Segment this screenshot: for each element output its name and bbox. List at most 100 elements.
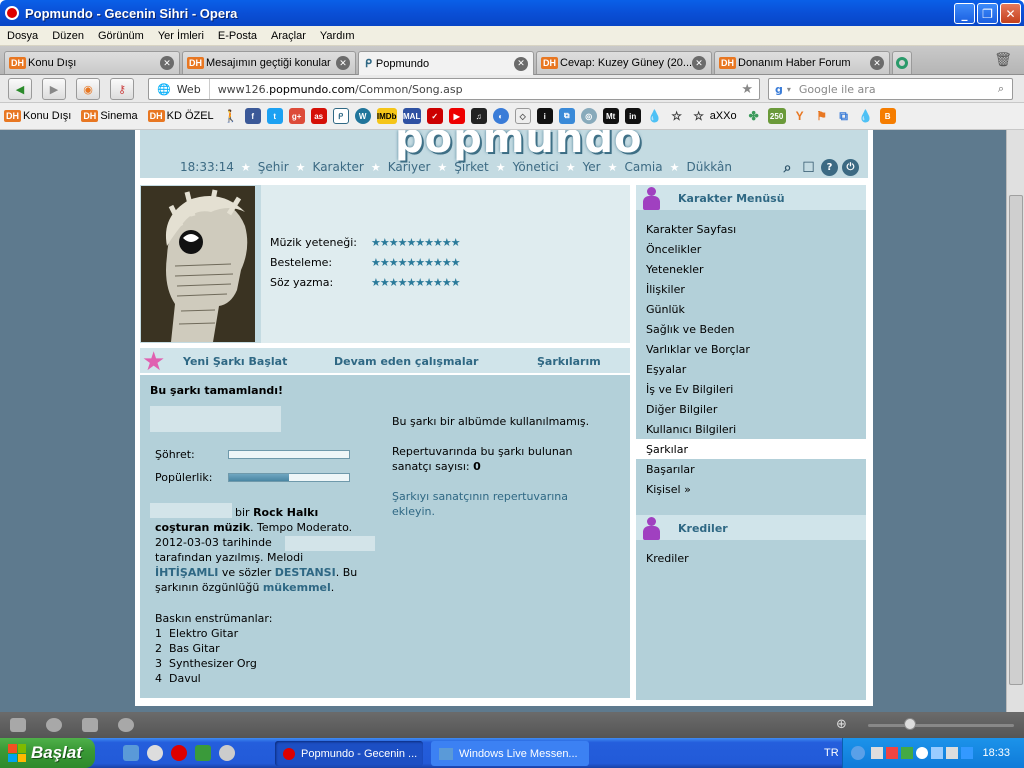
map-icon[interactable]: ⧉ <box>558 108 575 124</box>
tab-cevap[interactable]: DH Cevap: Kuzey Güney (20... ✕ <box>536 51 712 74</box>
menu-item-sarkilar[interactable]: Şarkılar <box>646 443 688 456</box>
wordpress-icon[interactable]: W <box>354 108 371 124</box>
pages-icon[interactable]: ⧉ <box>836 108 852 124</box>
tab-close-icon[interactable]: ✕ <box>692 56 706 70</box>
twitter-icon[interactable]: t <box>266 108 283 124</box>
close-button[interactable]: ✕ <box>1000 3 1021 24</box>
nav-yonetici[interactable]: Yönetici <box>513 160 559 174</box>
drop2-icon[interactable]: 💧 <box>858 108 874 124</box>
menu-item-diger[interactable]: Diğer Bilgiler <box>646 403 717 416</box>
tab-my-songs[interactable]: Şarkılarım <box>537 355 601 368</box>
task-messenger[interactable]: Windows Live Messen... <box>431 741 589 766</box>
menu-tools[interactable]: Araçlar <box>264 30 313 42</box>
vertical-scrollbar[interactable] <box>1006 130 1024 712</box>
language-indicator[interactable]: TR <box>824 747 839 759</box>
reload-button[interactable]: ◉ <box>76 78 100 100</box>
250-icon[interactable]: 250 <box>767 108 786 124</box>
menu-item-krediler[interactable]: Krediler <box>646 552 689 565</box>
googleplus-icon[interactable]: g+ <box>288 108 305 124</box>
messenger-icon[interactable] <box>123 745 139 761</box>
facebook-icon[interactable]: f <box>244 108 261 124</box>
menu-view[interactable]: Görünüm <box>91 30 151 42</box>
menu-item-oncelikler[interactable]: Öncelikler <box>646 243 701 256</box>
menu-item-yetenekler[interactable]: Yetenekler <box>646 263 704 276</box>
add-to-repertoire-link[interactable]: Şarkıyı sanatçının repertuvarına ekleyin… <box>392 489 597 519</box>
minimize-button[interactable]: _ <box>954 3 975 24</box>
scrollbar-thumb[interactable] <box>1009 195 1023 685</box>
tray-expand-icon[interactable] <box>851 746 865 760</box>
bookmark-kd-ozel[interactable]: DH KD ÖZEL <box>144 110 214 122</box>
forward-button[interactable]: ▶ <box>42 78 66 100</box>
menu-item-esyalar[interactable]: Eşyalar <box>646 363 686 376</box>
menu-help[interactable]: Yardım <box>313 30 362 42</box>
trash-icon[interactable]: 🗑 <box>994 52 1012 68</box>
tab-close-icon[interactable]: ✕ <box>514 56 528 71</box>
flags-icon[interactable]: ⚑ <box>814 108 830 124</box>
zoom-knob[interactable] <box>904 718 916 730</box>
nav-kariyer[interactable]: Kariyer <box>388 160 431 174</box>
address-bar[interactable]: 🌐 Web www126.popmundo.com/Common/Song.as… <box>148 78 760 100</box>
mt-icon[interactable]: Mt <box>602 108 619 124</box>
y-icon[interactable]: Y <box>792 108 808 124</box>
blogger-icon[interactable]: B <box>879 108 896 124</box>
back-button[interactable]: ◀ <box>8 78 32 100</box>
menu-item-varliklar[interactable]: Varlıklar ve Borçlar <box>646 343 750 356</box>
opera-icon[interactable] <box>171 745 187 761</box>
menu-mail[interactable]: E-Posta <box>211 30 264 42</box>
clover-icon[interactable]: ✤ <box>746 108 762 124</box>
message-icon[interactable]: ☐ <box>800 159 817 176</box>
walker-icon[interactable]: 🚶 <box>223 108 239 124</box>
nav-sirket[interactable]: Şirket <box>454 160 489 174</box>
tab-popmundo[interactable]: ᑭ Popmundo ✕ <box>358 51 534 75</box>
search-icon[interactable]: ⌕ <box>998 82 1004 96</box>
imdb-icon[interactable]: IMDb <box>376 108 397 124</box>
menu-item-iliskiler[interactable]: İlişkiler <box>646 283 685 296</box>
menu-item-kisisel[interactable]: Kişisel » <box>646 483 691 496</box>
tab-close-icon[interactable]: ✕ <box>160 56 174 70</box>
hurriyet-icon[interactable]: ✓ <box>426 108 443 124</box>
chevron-down-icon[interactable]: ▾ <box>787 85 791 94</box>
popmundo-logo[interactable]: popmundo <box>395 130 643 162</box>
menu-edit[interactable]: Düzen <box>45 30 91 42</box>
menu-item-karakter-sayfasi[interactable]: Karakter Sayfası <box>646 223 736 236</box>
character-avatar[interactable] <box>141 186 255 342</box>
sound-icon[interactable]: ♫ <box>470 108 487 124</box>
help-icon[interactable]: ? <box>821 159 838 176</box>
bookmark-konu-disi[interactable]: DH Konu Dışı <box>0 110 71 122</box>
tab-close-icon[interactable]: ✕ <box>870 56 884 70</box>
start-button[interactable]: Başlat <box>0 738 95 768</box>
bookmark-icon[interactable]: ☆ <box>669 108 685 124</box>
search-icon[interactable]: ⌕ <box>779 159 796 176</box>
menu-bookmarks[interactable]: Yer İmleri <box>151 30 211 42</box>
info-icon[interactable]: i <box>536 108 553 124</box>
menu-item-saglik[interactable]: Sağlık ve Beden <box>646 323 735 336</box>
app-icon[interactable] <box>195 745 211 761</box>
tab-mesajim[interactable]: DH Mesajımın geçtiği konular ✕ <box>182 51 356 74</box>
cloud-icon[interactable] <box>46 718 62 732</box>
bookmark-axxo[interactable]: ☆ aXXo <box>688 108 736 124</box>
tab-new-song[interactable]: Yeni Şarkı Başlat <box>183 355 287 368</box>
mal-icon[interactable]: MAL <box>402 108 421 124</box>
power-icon[interactable]: ⏻ <box>842 159 859 176</box>
menu-item-basarilar[interactable]: Başarılar <box>646 463 695 476</box>
zoom-slider[interactable] <box>868 724 1014 727</box>
globe-blue-icon[interactable]: ◐ <box>492 108 509 124</box>
search-field[interactable]: g ▾ Google ile ara ⌕ <box>768 78 1013 100</box>
youtube-icon[interactable]: ▶ <box>448 108 465 124</box>
in-icon[interactable]: in <box>624 108 641 124</box>
nav-camia[interactable]: Camia <box>625 160 663 174</box>
new-tab-button[interactable] <box>892 51 912 74</box>
wand-button[interactable]: ⚷ <box>110 78 134 100</box>
share-icon[interactable] <box>82 718 98 732</box>
panel-toggle-icon[interactable] <box>10 718 26 732</box>
lastfm-icon[interactable]: as <box>310 108 327 124</box>
drop-icon[interactable]: 💧 <box>647 108 663 124</box>
bookmark-sinema[interactable]: DH Sinema <box>77 110 138 122</box>
tab-in-progress[interactable]: Devam eden çalışmalar <box>334 355 478 368</box>
menu-item-is-ev[interactable]: İş ve Ev Bilgileri <box>646 383 733 396</box>
tab-close-icon[interactable]: ✕ <box>336 56 350 70</box>
bookmark-star-icon[interactable]: ★ <box>741 82 753 97</box>
maximize-button[interactable]: ❐ <box>977 3 998 24</box>
address-url[interactable]: www126.popmundo.com/Common/Song.asp <box>210 83 463 96</box>
media-icon[interactable] <box>219 745 235 761</box>
